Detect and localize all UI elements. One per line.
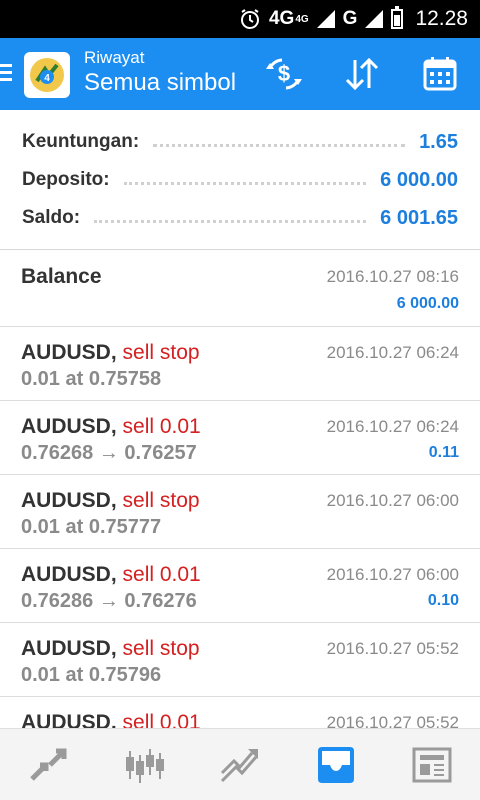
currency-swap-button[interactable]: $	[264, 56, 304, 92]
summary-value: 6 000.00	[380, 168, 458, 191]
battery-icon	[391, 6, 404, 29]
summary-row-profit: Keuntungan: 1.65	[22, 124, 458, 160]
status-bar: 4G 4G G 12.28	[0, 0, 480, 38]
item-date: 2016.10.27 08:16	[326, 267, 459, 286]
item-profit: 0.11	[428, 444, 459, 461]
network-type-label: 4G 4G	[268, 8, 309, 29]
item-action: sell stop	[122, 489, 200, 512]
svg-text:4: 4	[44, 73, 50, 84]
news-icon	[412, 747, 452, 782]
dotted-leader	[94, 219, 367, 223]
summary-label: Deposito:	[22, 169, 110, 190]
summary-value: 6 001.65	[380, 206, 458, 229]
summary-label: Keuntungan:	[22, 131, 140, 152]
history-item[interactable]: AUDUSD, sell 0.01 2016.10.27 05:52	[0, 697, 480, 728]
item-date: 2016.10.27 06:00	[326, 565, 459, 584]
history-item-balance[interactable]: Balance 2016.10.27 08:16 6 000.00	[0, 251, 480, 327]
sort-icon	[345, 57, 379, 91]
calendar-button[interactable]	[420, 56, 460, 92]
dotted-leader	[123, 181, 367, 185]
item-symbol: AUDUSD,	[21, 563, 117, 586]
item-action: sell 0.01	[122, 563, 201, 586]
item-action: sell 0.01	[122, 711, 201, 728]
svg-text:$: $	[278, 61, 290, 86]
item-symbol: AUDUSD,	[21, 415, 117, 438]
item-title: AUDUSD, sell 0.01	[21, 563, 201, 587]
app-bar: 4 Riwayat Semua simbol $	[0, 38, 480, 110]
history-item[interactable]: AUDUSD, sell 0.01 0.76268 → 0.76257 2016…	[0, 401, 480, 475]
clock: 12.28	[415, 7, 468, 30]
item-profit: 0.10	[427, 592, 459, 609]
item-title: AUDUSD, sell 0.01	[21, 711, 201, 728]
item-action: sell 0.01	[122, 415, 201, 438]
nav-history[interactable]	[288, 729, 384, 800]
item-title: Balance	[21, 265, 102, 288]
nav-quotes[interactable]	[0, 729, 96, 800]
signal-icon	[316, 10, 335, 28]
history-item[interactable]: AUDUSD, sell stop 0.01 at 0.75796 2016.1…	[0, 623, 480, 697]
item-title: AUDUSD, sell stop	[21, 489, 200, 513]
item-symbol: AUDUSD,	[21, 637, 117, 660]
item-symbol: AUDUSD,	[21, 711, 117, 728]
item-action: sell stop	[122, 637, 200, 660]
history-item[interactable]: AUDUSD, sell stop 0.01 at 0.75758 2016.1…	[0, 327, 480, 401]
dotted-leader	[153, 143, 406, 147]
app-logo[interactable]: 4	[24, 52, 70, 98]
summary-label: Saldo:	[22, 207, 81, 228]
screen-subtitle: Riwayat	[84, 48, 145, 67]
history-item[interactable]: AUDUSD, sell stop 0.01 at 0.75777 2016.1…	[0, 475, 480, 549]
calendar-icon	[423, 57, 457, 91]
sort-button[interactable]	[342, 56, 382, 92]
item-date: 2016.10.27 06:24	[326, 343, 459, 362]
nav-chart[interactable]	[96, 729, 192, 800]
item-details: 0.76286 → 0.76276	[21, 590, 197, 612]
item-profit: 6 000.00	[396, 295, 459, 312]
item-symbol: AUDUSD,	[21, 341, 117, 364]
item-details: 0.01 at 0.75777	[21, 516, 162, 538]
chart-icon	[126, 748, 164, 783]
currency-swap-icon: $	[266, 58, 302, 90]
alarm-icon	[240, 9, 259, 29]
history-list[interactable]: Balance 2016.10.27 08:16 6 000.00 AUDUSD…	[0, 251, 480, 728]
trade-icon	[220, 748, 258, 782]
menu-icon[interactable]	[0, 64, 12, 82]
history-item[interactable]: AUDUSD, sell 0.01 0.76286 → 0.76276 2016…	[0, 549, 480, 623]
signal-icon	[365, 10, 384, 28]
screen-title[interactable]: Semua simbol	[84, 68, 236, 98]
network-type-label-2: G	[342, 8, 358, 29]
item-title: AUDUSD, sell stop	[21, 637, 200, 661]
summary-value: 1.65	[419, 130, 458, 153]
nav-trade[interactable]	[192, 729, 288, 800]
item-title: AUDUSD, sell 0.01	[21, 415, 201, 439]
summary-row-deposit: Deposito: 6 000.00	[22, 162, 458, 198]
item-action: sell stop	[122, 341, 200, 364]
item-date: 2016.10.27 06:00	[326, 491, 459, 510]
item-details: 0.76268 → 0.76257	[21, 442, 197, 464]
item-details: 0.01 at 0.75796	[21, 664, 162, 686]
item-symbol: AUDUSD,	[21, 489, 117, 512]
account-summary: Keuntungan: 1.65 Deposito: 6 000.00 Sald…	[0, 110, 480, 250]
item-date: 2016.10.27 06:24	[326, 417, 459, 436]
item-title: AUDUSD, sell stop	[21, 341, 200, 365]
summary-row-balance: Saldo: 6 001.65	[22, 200, 458, 236]
nav-news[interactable]	[384, 729, 480, 800]
item-date: 2016.10.27 05:52	[326, 713, 459, 728]
metatrader-logo-icon: 4	[30, 58, 64, 92]
bottom-navigation	[0, 728, 480, 800]
item-date: 2016.10.27 05:52	[326, 639, 459, 658]
history-icon	[318, 746, 354, 783]
item-details: 0.01 at 0.75758	[21, 368, 162, 390]
quotes-icon	[30, 748, 67, 781]
